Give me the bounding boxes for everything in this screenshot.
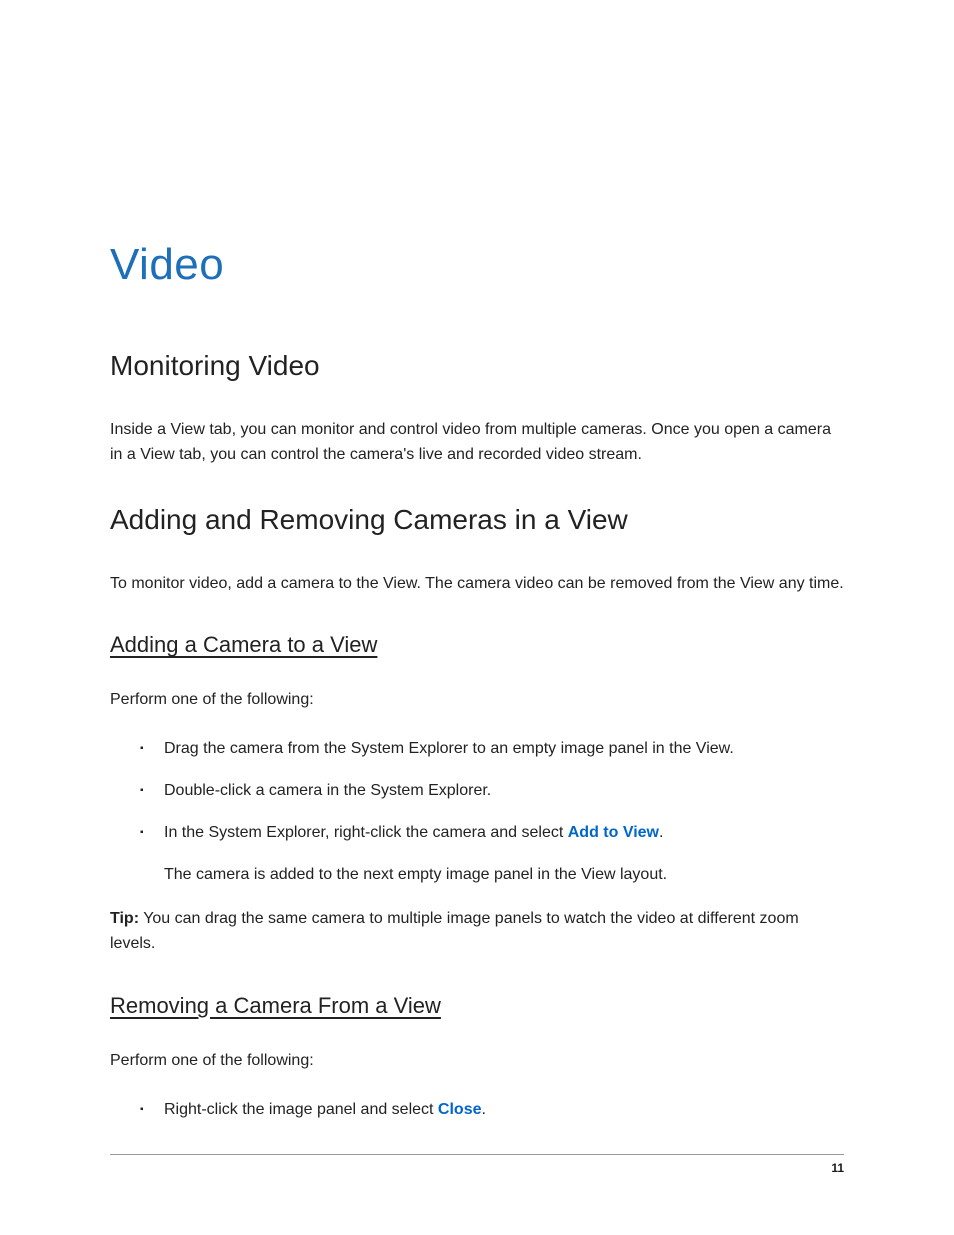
list-item: Right-click the image panel and select C…: [164, 1098, 844, 1122]
list-item-text: In the System Explorer, right-click the …: [164, 824, 568, 841]
list-item: Double-click a camera in the System Expl…: [164, 779, 844, 803]
subsection-heading-remove: Removing a Camera From a View: [110, 993, 844, 1019]
list-item-suffix: .: [482, 1101, 486, 1118]
list-item-suffix: .: [659, 824, 663, 841]
page-title: Video: [110, 240, 844, 290]
subsection-intro-add: Perform one of the following:: [110, 688, 844, 713]
section-para-monitoring: Inside a View tab, you can monitor and c…: [110, 418, 844, 468]
list-item-result: The camera is added to the next empty im…: [164, 863, 844, 887]
subsection-intro-remove: Perform one of the following:: [110, 1049, 844, 1074]
section-heading-monitoring: Monitoring Video: [110, 350, 844, 382]
tip-label: Tip:: [110, 910, 139, 927]
bullet-list-add: Drag the camera from the System Explorer…: [110, 737, 844, 887]
list-item-text: Right-click the image panel and select: [164, 1101, 438, 1118]
tip-paragraph: Tip: You can drag the same camera to mul…: [110, 907, 844, 957]
action-link-close: Close: [438, 1101, 482, 1118]
list-item: Drag the camera from the System Explorer…: [164, 737, 844, 761]
page-footer: 11: [110, 1154, 844, 1175]
page-content: Video Monitoring Video Inside a View tab…: [0, 0, 954, 1122]
tip-text: You can drag the same camera to multiple…: [110, 910, 799, 952]
list-item: In the System Explorer, right-click the …: [164, 821, 844, 887]
subsection-heading-add: Adding a Camera to a View: [110, 632, 844, 658]
section-heading-addremove: Adding and Removing Cameras in a View: [110, 504, 844, 536]
section-para-addremove: To monitor video, add a camera to the Vi…: [110, 572, 844, 597]
page-number: 11: [831, 1161, 844, 1175]
bullet-list-remove: Right-click the image panel and select C…: [110, 1098, 844, 1122]
action-link-add-to-view: Add to View: [568, 824, 659, 841]
